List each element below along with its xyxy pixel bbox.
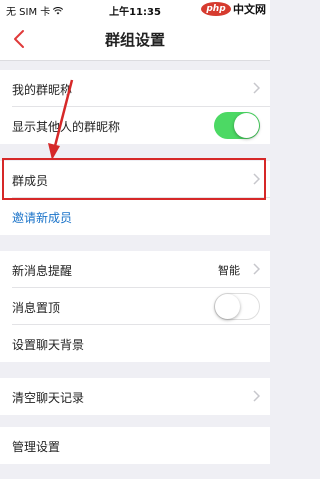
row-pin-chat: 消息置顶 [0, 288, 270, 325]
pin-chat-label: 消息置顶 [12, 301, 61, 315]
new-message-alert-label: 新消息提醒 [12, 264, 73, 278]
show-nicknames-toggle[interactable] [214, 112, 260, 139]
toggle-knob [215, 294, 240, 319]
row-my-nickname[interactable]: 我的群昵称 [0, 70, 270, 107]
row-show-nicknames: 显示其他人的群昵称 [0, 107, 270, 144]
chevron-right-icon [253, 263, 260, 275]
row-invite[interactable]: 邀请新成员 [0, 198, 270, 235]
chevron-right-icon [253, 390, 260, 402]
manage-label: 管理设置 [12, 440, 61, 454]
clear-history-label: 清空聊天记录 [12, 391, 85, 405]
nav-bar: 群组设置 [0, 18, 270, 61]
pin-chat-toggle[interactable] [214, 293, 260, 320]
watermark-logo-badge: php [201, 2, 231, 16]
members-label: 群成员 [12, 174, 49, 188]
show-nicknames-label: 显示其他人的群昵称 [12, 120, 121, 134]
status-bar: 无 SIM 卡 上午11:35 php 中文网 [0, 0, 270, 18]
row-members[interactable]: 群成员 [0, 161, 270, 198]
row-chat-background[interactable]: 设置聊天背景 [0, 325, 270, 362]
toggle-knob [234, 113, 259, 138]
chevron-right-icon [253, 82, 260, 94]
watermark-text: 中文网 [233, 3, 266, 16]
chat-background-label: 设置聊天背景 [12, 338, 85, 352]
my-nickname-label: 我的群昵称 [12, 83, 73, 97]
invite-link[interactable]: 邀请新成员 [12, 209, 72, 226]
new-message-alert-value: 智能 [218, 264, 240, 277]
row-clear-history[interactable]: 清空聊天记录 [0, 378, 270, 415]
page-title: 群组设置 [104, 31, 165, 49]
row-new-message-alert[interactable]: 新消息提醒 智能 [0, 251, 270, 288]
row-manage[interactable]: 管理设置 [0, 427, 270, 464]
watermark-logo: php 中文网 [201, 1, 266, 17]
chevron-right-icon [253, 173, 260, 185]
